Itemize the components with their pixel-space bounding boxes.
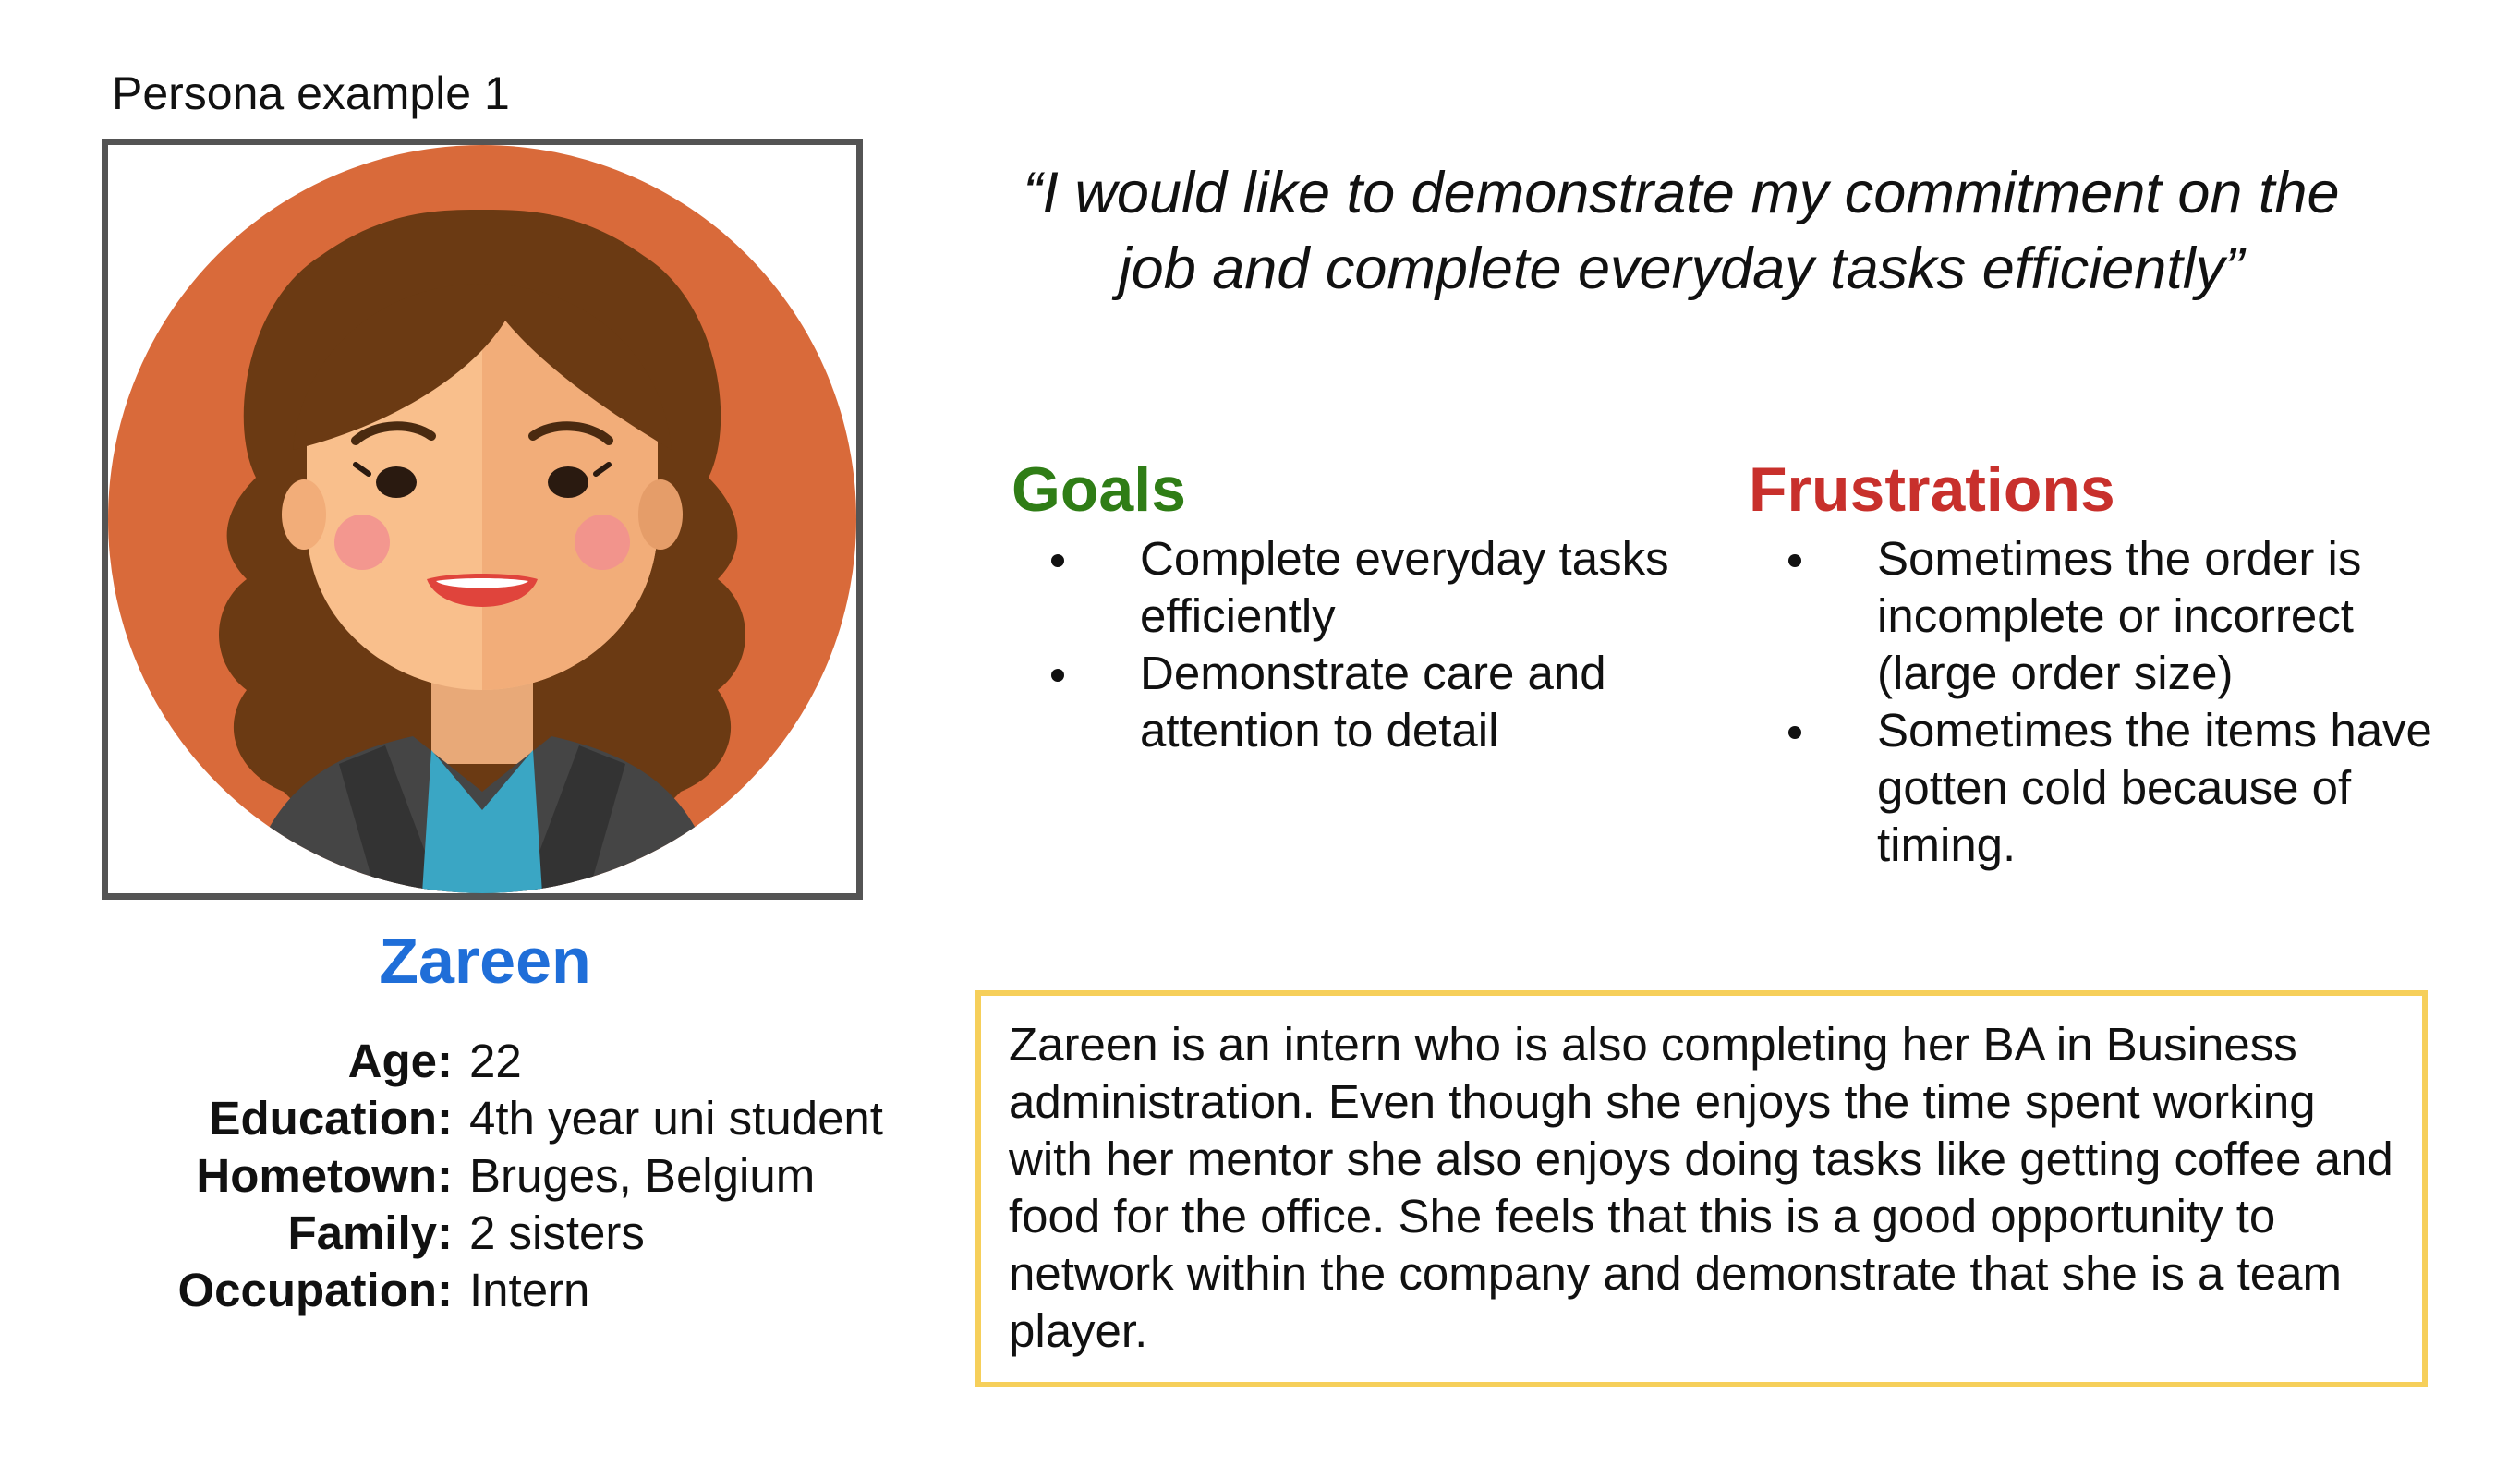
detail-label: Education:: [209, 1092, 454, 1145]
frustrations-section: Frustrations Sometimes the order is inco…: [1749, 453, 2451, 874]
goal-text: Complete everyday tasks efficiently: [1140, 532, 1669, 642]
bullet-dot-icon: [1788, 726, 1801, 739]
goals-section: Goals Complete everyday tasks efficientl…: [1012, 453, 1714, 759]
detail-value: 2 sisters: [469, 1206, 645, 1259]
bullet-dot-icon: [1051, 554, 1064, 567]
detail-value: Bruges, Belgium: [469, 1149, 816, 1202]
detail-row-age: Age: 22: [111, 1033, 961, 1090]
detail-row-education: Education: 4th year uni student: [111, 1090, 961, 1147]
bullet-dot-icon: [1788, 554, 1801, 567]
list-item: Complete everyday tasks efficiently: [1012, 530, 1714, 645]
frustrations-heading: Frustrations: [1749, 454, 2115, 525]
detail-value: 4th year uni student: [469, 1092, 883, 1145]
persona-photo-frame: [102, 139, 863, 900]
goals-heading: Goals: [1012, 454, 1186, 525]
list-item: Sometimes the order is incomplete or inc…: [1749, 530, 2451, 702]
persona-quote: “I would like to demonstrate my commitme…: [1023, 161, 2340, 301]
goal-text: Demonstrate care and attention to detail: [1140, 647, 1606, 757]
detail-row-hometown: Hometown: Bruges, Belgium: [111, 1147, 961, 1205]
persona-bio: Zareen is an intern who is also completi…: [975, 990, 2428, 1387]
frustrations-list: Sometimes the order is incomplete or inc…: [1749, 530, 2451, 874]
woman-avatar-icon: [108, 145, 856, 893]
persona-details: Age: 22 Education: 4th year uni student …: [111, 1033, 961, 1319]
detail-row-occupation: Occupation: Intern: [111, 1262, 961, 1319]
frustration-text: Sometimes the order is incomplete or inc…: [1877, 532, 2362, 699]
list-item: Sometimes the items have gotten cold bec…: [1749, 702, 2451, 874]
list-item: Demonstrate care and attention to detail: [1012, 645, 1714, 759]
detail-label: Hometown:: [196, 1149, 453, 1202]
bullet-dot-icon: [1051, 669, 1064, 682]
detail-row-family: Family: 2 sisters: [111, 1205, 961, 1262]
detail-value: 22: [469, 1035, 522, 1087]
page-label: Persona example 1: [112, 67, 510, 119]
goals-list: Complete everyday tasks efficiently Demo…: [1012, 530, 1714, 759]
detail-label: Age:: [347, 1035, 453, 1087]
detail-value: Intern: [469, 1264, 590, 1316]
persona-name: Zareen: [379, 925, 591, 997]
detail-label: Family:: [287, 1206, 453, 1259]
frustration-text: Sometimes the items have gotten cold bec…: [1877, 704, 2432, 871]
detail-label: Occupation:: [177, 1264, 453, 1316]
